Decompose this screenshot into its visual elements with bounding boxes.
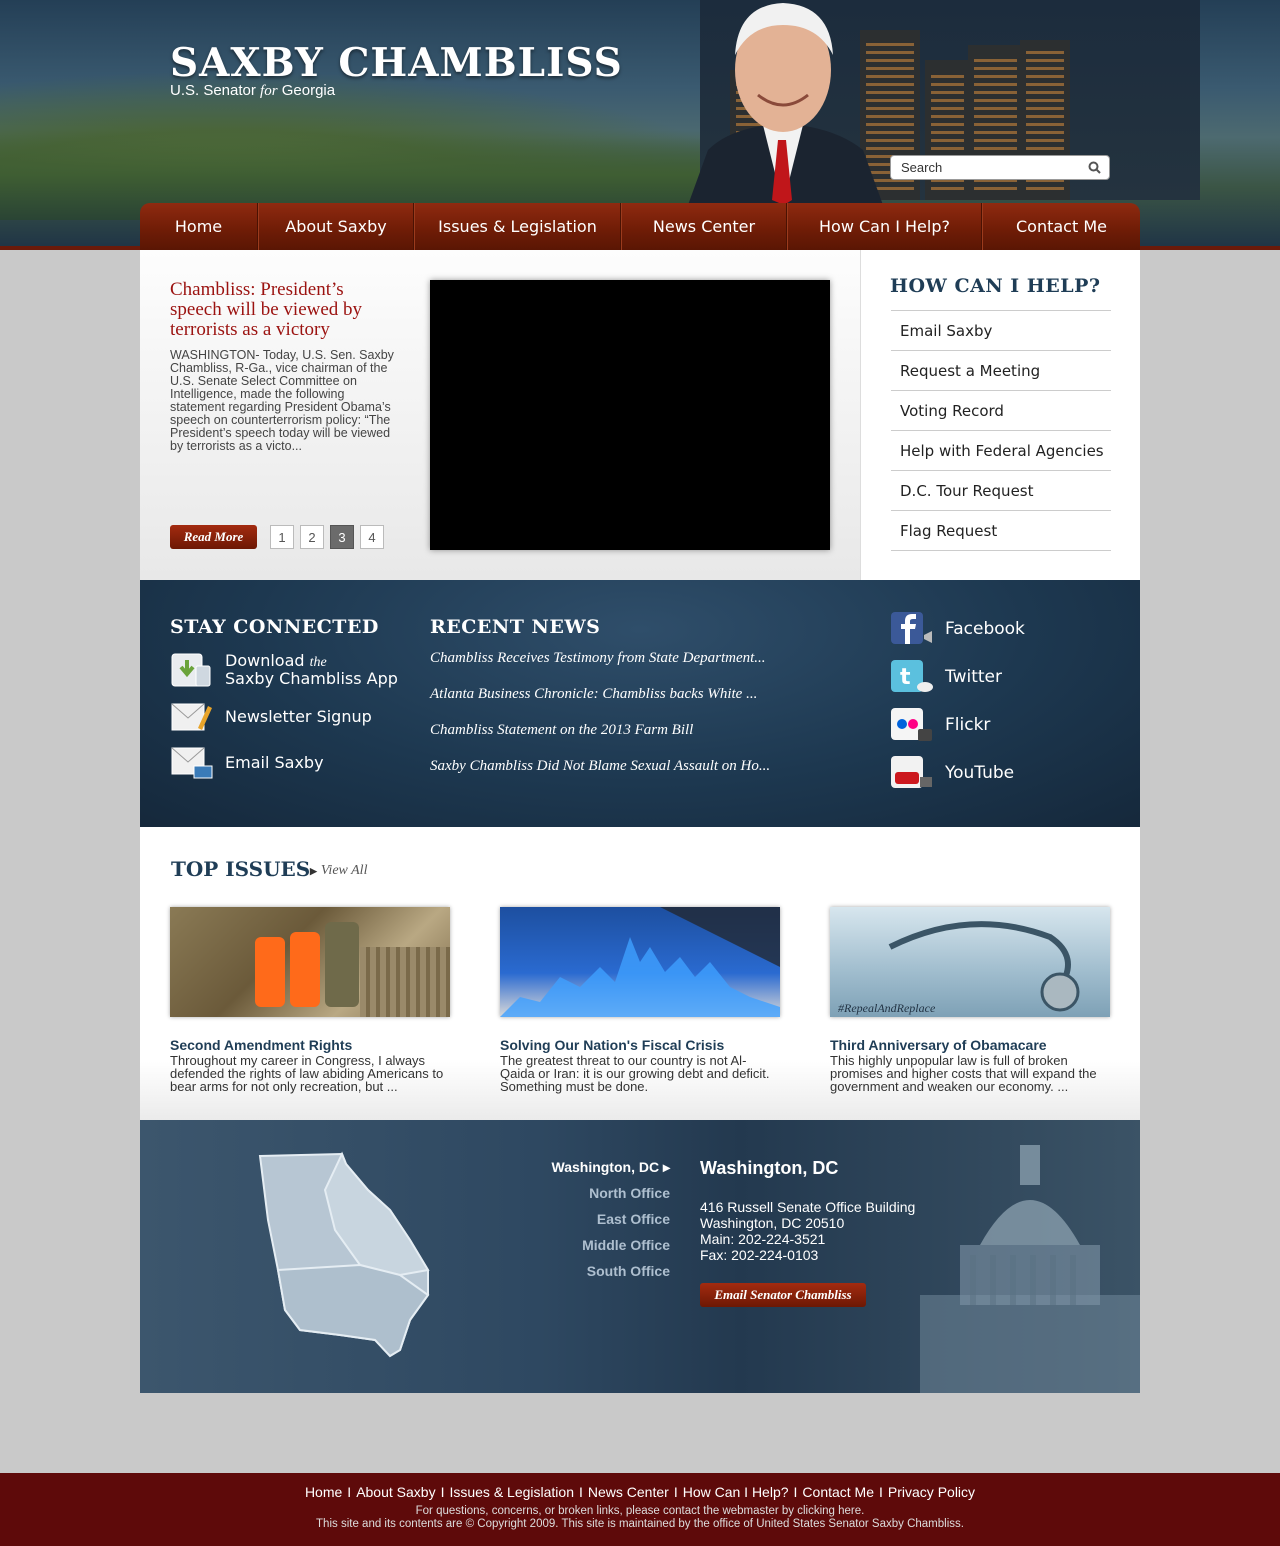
twitter-link[interactable]: t Twitter [890,659,1002,695]
issue-card[interactable]: Second Amendment Rights Throughout my ca… [170,907,450,1093]
email-senator-button[interactable]: Email Senator Chambliss [700,1283,866,1307]
featured-summary: WASHINGTON- Today, U.S. Sen. Saxby Chamb… [170,348,394,453]
help-link-email-saxby[interactable]: Email Saxby [891,311,1111,351]
slide-pager: 1 2 3 4 [270,525,384,549]
pager-page-1[interactable]: 1 [270,525,294,549]
nav-home[interactable]: Home [140,203,258,250]
newsletter-signup-link[interactable]: Newsletter Signup [170,698,372,734]
nav-issues-legislation[interactable]: Issues & Legislation [414,203,621,250]
top-issues-title: TOP ISSUES [171,857,311,881]
flickr-link[interactable]: Flickr [890,707,990,743]
featured-headline[interactable]: Chambliss: President’s speech will be vi… [170,280,390,340]
footer-webmaster-note: For questions, concerns, or broken links… [415,1505,865,1517]
senator-portrait [688,3,883,205]
issue-summary: The greatest threat to our country is no… [500,1053,770,1094]
site-logo[interactable]: SAXBY CHAMBLISS U.S. Senator for Georgia [170,40,623,100]
news-link[interactable]: Saxby Chambliss Did Not Blame Sexual Ass… [430,758,770,775]
newsletter-icon [171,703,212,731]
main-nav: Home About Saxby Issues & Legislation Ne… [140,203,1140,250]
news-link[interactable]: Chambliss Receives Testimony from State … [430,650,766,667]
footer-link-issues[interactable]: Issues & Legislation [449,1484,574,1500]
office-tab-east[interactable]: East Office [597,1211,670,1227]
pager-page-3[interactable]: 3 [330,525,354,549]
nav-how-can-i-help[interactable]: How Can I Help? [787,203,982,250]
office-tab-middle[interactable]: Middle Office [582,1237,670,1253]
office-tab-south[interactable]: South Office [587,1263,670,1279]
help-list: Email Saxby Request a Meeting Voting Rec… [891,310,1111,551]
search-box [890,155,1110,180]
office-tab-washington[interactable]: Washington, DC ▸ [552,1159,671,1176]
footer-link-contact[interactable]: Contact Me [802,1484,874,1500]
issue-summary: This highly unpopular law is full of bro… [830,1053,1097,1094]
hunters-image [170,907,450,1017]
nav-news-center[interactable]: News Center [621,203,787,250]
footer-link-about[interactable]: About Saxby [356,1484,435,1500]
news-link[interactable]: Chambliss Statement on the 2013 Farm Bil… [430,722,693,739]
office-tab-north[interactable]: North Office [589,1185,670,1201]
issue-summary: Throughout my career in Congress, I alwa… [170,1053,444,1094]
email-saxby-link[interactable]: Email Saxby [170,744,324,780]
issue-title[interactable]: Third Anniversary of Obamacare [830,1037,1110,1053]
top-issues: TOP ISSUES ▶ View All Second Amendment Ri… [140,827,1140,1120]
search-icon[interactable] [1088,161,1101,174]
email-icon [171,747,213,779]
nav-about-saxby[interactable]: About Saxby [258,203,414,250]
nav-contact-me[interactable]: Contact Me [982,203,1140,250]
office-heading: Washington, DC [700,1158,839,1178]
footer-links: Home I About Saxby I Issues & Legislation I Ne… [304,1484,976,1500]
download-icon [171,653,211,687]
help-title: HOW CAN I HELP? [890,275,1101,297]
footer-link-home[interactable]: Home [305,1484,342,1500]
news-link[interactable]: Atlanta Business Chronicle: Chambliss ba… [430,686,757,703]
office-address-1: 416 Russell Senate Office Building [700,1199,916,1215]
youtube-link[interactable]: YouTube [890,755,1014,791]
connect-band: STAY CONNECTED Download the Saxby Chambl… [140,580,1140,827]
facebook-icon [891,612,932,644]
office-address-2: Washington, DC 20510 [700,1215,845,1231]
senator-name: SAXBY CHAMBLISS [170,40,623,86]
footer-link-news[interactable]: News Center [588,1484,669,1500]
help-link-flag-request[interactable]: Flag Request [891,511,1111,551]
office-main-phone: Main: 202-224-3521 [700,1231,826,1247]
issue-card[interactable]: #RepealAndReplace Third Anniversary of O… [830,907,1110,1093]
read-more-button[interactable]: Read More [170,525,257,549]
issue-title[interactable]: Solving Our Nation's Fiscal Crisis [500,1037,780,1053]
footer-link-privacy[interactable]: Privacy Policy [888,1484,975,1500]
stethoscope-image: #RepealAndReplace [830,907,1110,1017]
market-chart-image [500,907,780,1017]
featured-story: Chambliss: President’s speech will be vi… [140,250,860,580]
view-all-link[interactable]: ▶ View All [310,863,367,879]
svg-text:t: t [900,665,911,690]
twitter-icon: t [891,660,933,692]
pager-page-4[interactable]: 4 [360,525,384,549]
image-caption: #RepealAndReplace [838,1001,936,1015]
capitol-image [920,1145,1140,1393]
help-link-voting-record[interactable]: Voting Record [891,391,1111,431]
site-footer: Home I About Saxby I Issues & Legislation I Ne… [0,1473,1280,1546]
help-panel: HOW CAN I HELP? Email Saxby Request a Me… [860,250,1140,580]
help-link-dc-tour[interactable]: D.C. Tour Request [891,471,1111,511]
stay-connected-title: STAY CONNECTED [170,616,379,638]
footer-link-help[interactable]: How Can I Help? [683,1484,789,1500]
pager-page-2[interactable]: 2 [300,525,324,549]
search-input[interactable] [901,156,1081,179]
help-link-request-meeting[interactable]: Request a Meeting [891,351,1111,391]
flickr-icon [891,708,932,741]
issue-title[interactable]: Second Amendment Rights [170,1037,450,1053]
footer-copyright: This site and its contents are © Copyrig… [316,1518,964,1530]
help-link-federal-agencies[interactable]: Help with Federal Agencies [891,431,1111,471]
offices-panel: Washington, DC ▸ North Office East Offic… [140,1120,1140,1393]
youtube-icon [891,756,932,788]
office-fax: Fax: 202-224-0103 [700,1247,819,1263]
georgia-map-icon[interactable] [250,1150,440,1360]
download-app-link[interactable]: Download the Saxby Chambliss App [170,652,398,688]
recent-news-title: RECENT NEWS [430,616,601,638]
issue-card[interactable]: Solving Our Nation's Fiscal Crisis The g… [500,907,780,1093]
facebook-link[interactable]: Facebook [890,611,1025,647]
video-player[interactable] [430,280,830,550]
